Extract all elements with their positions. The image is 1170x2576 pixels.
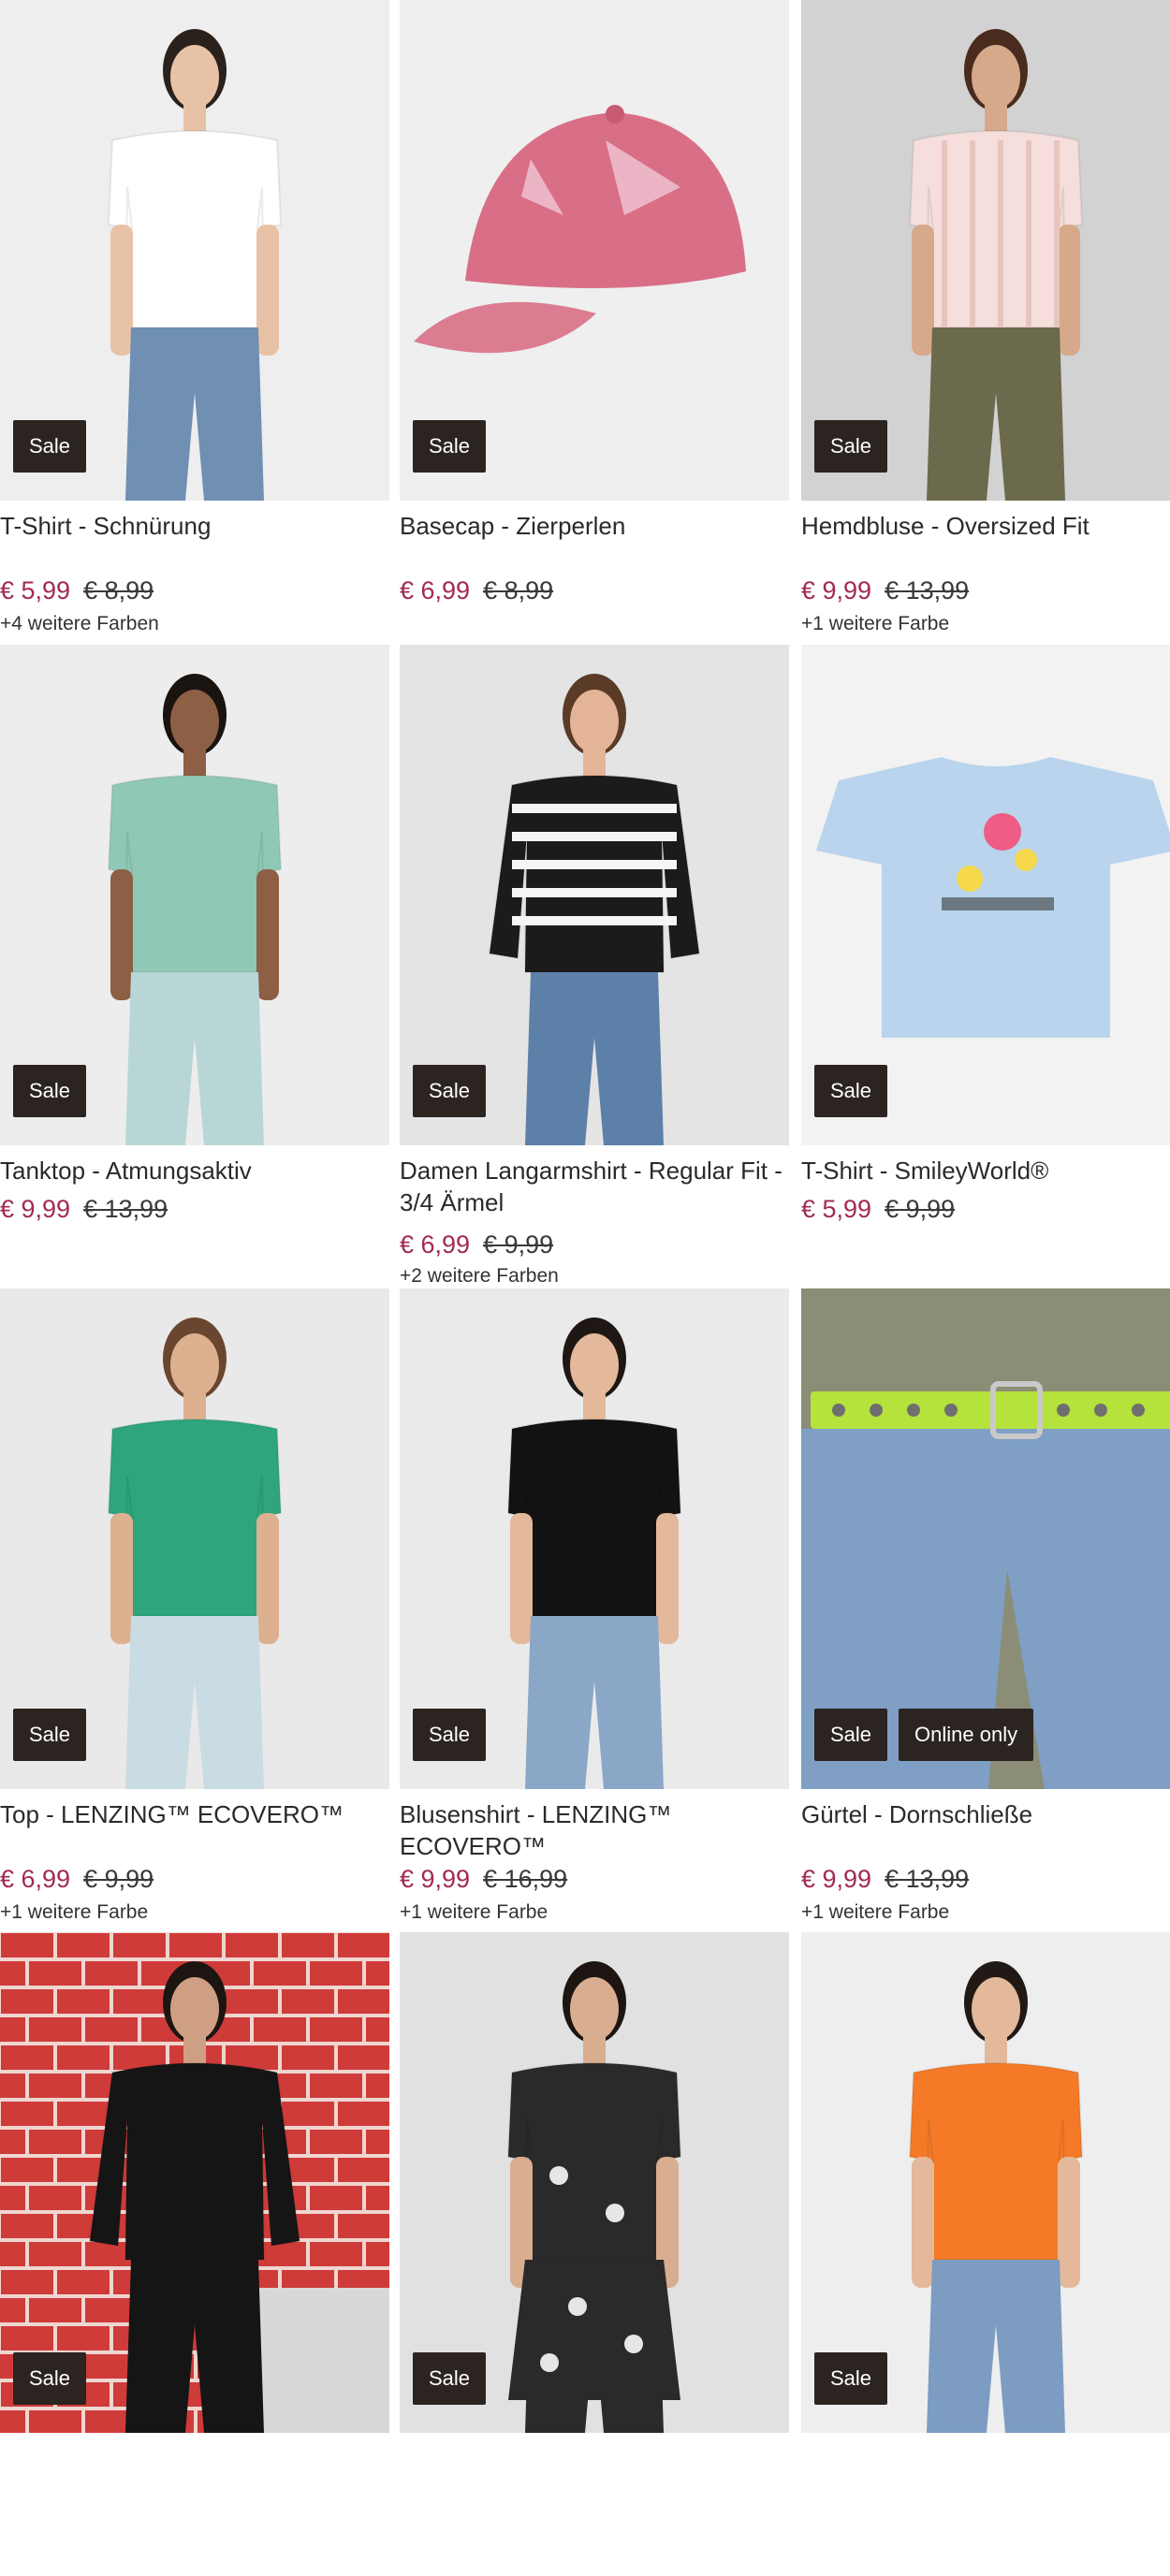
more-colors-label[interactable]: +1 weitere Farbe: [400, 1899, 548, 1926]
badge-group: Sale: [13, 420, 87, 473]
online-only-badge: Online only: [899, 1709, 1034, 1761]
sale-price: € 9,99: [400, 1865, 471, 1893]
sale-badge: Sale: [413, 2352, 487, 2405]
price-row: € 5,99 € 8,99: [0, 575, 154, 606]
badge-group: Sale: [13, 2352, 87, 2405]
badge-group: Sale: [413, 1709, 487, 1761]
product-card[interactable]: Sale: [0, 1932, 389, 2576]
sale-price: € 6,99: [0, 1865, 71, 1893]
pink-basecap-photo[interactable]: Sale: [400, 0, 789, 501]
badge-group: Sale Online only: [814, 1709, 1034, 1761]
product-card[interactable]: Sale Online only Gürtel - Dornschließe € 9,…: [801, 1288, 1170, 1932]
black-outfit-brick-wall-photo[interactable]: Sale: [0, 1932, 389, 2433]
badge-group: Sale: [814, 2352, 888, 2405]
original-price: € 13,99: [885, 576, 970, 604]
product-card[interactable]: Sale Hemdbluse - Oversized Fit € 9,99 € 13,…: [801, 0, 1170, 644]
sale-badge: Sale: [814, 2352, 888, 2405]
price-row: € 9,99 € 13,99: [801, 575, 969, 606]
price-row: € 6,99 € 8,99: [400, 575, 553, 606]
green-tanktop-model-photo[interactable]: Sale: [0, 645, 389, 1145]
sale-price: € 5,99: [801, 1195, 872, 1223]
black-blouse-model-photo[interactable]: Sale: [400, 1288, 789, 1789]
badge-group: Sale: [814, 420, 888, 473]
product-title[interactable]: Damen Langarmshirt - Regular Fit - 3/4 Ä…: [400, 1155, 783, 1218]
sale-badge: Sale: [413, 1065, 487, 1117]
more-colors-label[interactable]: +4 weitere Farben: [0, 611, 159, 637]
product-card[interactable]: Sale Top - LENZING™ ECOVERO™ € 6,99 € 9,99 +…: [0, 1288, 389, 1932]
sale-price: € 5,99: [0, 576, 71, 604]
original-price: € 13,99: [885, 1865, 970, 1893]
product-card[interactable]: Sale Damen Langarmshirt - Regular Fit - 3…: [400, 645, 789, 1288]
sale-badge: Sale: [814, 1065, 888, 1117]
product-card[interactable]: Sale T-Shirt - SmileyWorld® € 5,99 € 9,99: [801, 645, 1170, 1288]
product-title[interactable]: Top - LENZING™ ECOVERO™: [0, 1798, 384, 1830]
badge-group: Sale: [814, 1065, 888, 1117]
sale-badge: Sale: [13, 1065, 87, 1117]
original-price: € 16,99: [483, 1865, 568, 1893]
product-title[interactable]: Tanktop - Atmungsaktiv: [0, 1155, 384, 1186]
price-row: € 6,99 € 9,99: [400, 1229, 553, 1260]
orange-tshirt-model-photo[interactable]: Sale: [801, 1932, 1170, 2433]
more-colors-label[interactable]: +1 weitere Farbe: [801, 611, 949, 637]
original-price: € 8,99: [83, 576, 154, 604]
badge-group: Sale: [413, 420, 487, 473]
product-title[interactable]: T-Shirt - SmileyWorld®: [801, 1155, 1170, 1186]
badge-group: Sale: [413, 2352, 487, 2405]
product-card[interactable]: Sale Blusenshirt - LENZING™ ECOVERO™ € 9,9…: [400, 1288, 789, 1932]
smiley-tshirt-photo[interactable]: Sale: [801, 645, 1170, 1145]
price-row: € 9,99 € 13,99: [801, 1863, 969, 1895]
product-card[interactable]: Sale Basecap - Zierperlen € 6,99 € 8,99: [400, 0, 789, 644]
sale-badge: Sale: [814, 1709, 888, 1761]
floral-dress-model-photo[interactable]: Sale: [400, 1932, 789, 2433]
product-card[interactable]: Sale: [801, 1932, 1170, 2576]
original-price: € 13,99: [83, 1195, 168, 1223]
sale-price: € 6,99: [400, 1230, 471, 1259]
more-colors-label[interactable]: +2 weitere Farben: [400, 1263, 559, 1289]
sale-badge: Sale: [13, 420, 87, 473]
product-card[interactable]: Sale Tanktop - Atmungsaktiv € 9,99 € 13,99: [0, 645, 389, 1288]
white-tshirt-model-photo[interactable]: Sale: [0, 0, 389, 501]
badge-group: Sale: [13, 1065, 87, 1117]
green-top-model-photo[interactable]: Sale: [0, 1288, 389, 1789]
striped-longsleeve-model-photo[interactable]: Sale: [400, 645, 789, 1145]
product-card[interactable]: Sale T-Shirt - Schnürung € 5,99 € 8,99 +4 we…: [0, 0, 389, 644]
sale-price: € 9,99: [0, 1195, 71, 1223]
sale-badge: Sale: [413, 420, 487, 473]
price-row: € 5,99 € 9,99: [801, 1193, 955, 1225]
price-row: € 6,99 € 9,99: [0, 1863, 154, 1895]
original-price: € 9,99: [483, 1230, 554, 1259]
more-colors-label[interactable]: +1 weitere Farbe: [801, 1899, 949, 1926]
green-belt-photo[interactable]: Sale Online only: [801, 1288, 1170, 1789]
sale-badge: Sale: [13, 1709, 87, 1761]
product-title[interactable]: Hemdbluse - Oversized Fit: [801, 510, 1170, 542]
striped-blouse-model-photo[interactable]: Sale: [801, 0, 1170, 501]
product-title[interactable]: Blusenshirt - LENZING™ ECOVERO™: [400, 1798, 783, 1862]
sale-badge: Sale: [814, 420, 888, 473]
original-price: € 9,99: [885, 1195, 956, 1223]
badge-group: Sale: [413, 1065, 487, 1117]
sale-price: € 6,99: [400, 576, 471, 604]
product-title[interactable]: Basecap - Zierperlen: [400, 510, 783, 542]
original-price: € 8,99: [483, 576, 554, 604]
badge-group: Sale: [13, 1709, 87, 1761]
product-title[interactable]: Gürtel - Dornschließe: [801, 1798, 1170, 1830]
sale-price: € 9,99: [801, 576, 872, 604]
product-title[interactable]: T-Shirt - Schnürung: [0, 510, 384, 542]
sale-badge: Sale: [413, 1709, 487, 1761]
sale-price: € 9,99: [801, 1865, 872, 1893]
more-colors-label[interactable]: +1 weitere Farbe: [0, 1899, 148, 1926]
product-card[interactable]: Sale: [400, 1932, 789, 2576]
price-row: € 9,99 € 16,99: [400, 1863, 567, 1895]
original-price: € 9,99: [83, 1865, 154, 1893]
price-row: € 9,99 € 13,99: [0, 1193, 168, 1225]
sale-badge: Sale: [13, 2352, 87, 2405]
